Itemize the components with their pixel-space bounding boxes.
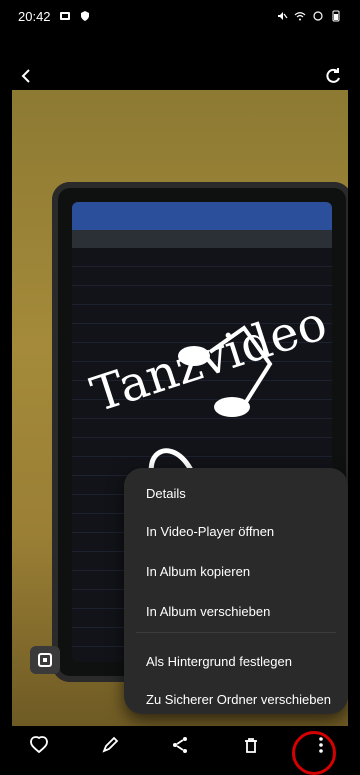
note-head	[178, 346, 210, 366]
battery-icon	[330, 10, 342, 22]
delete-button[interactable]	[236, 730, 266, 760]
trash-icon	[244, 737, 257, 753]
screenshot-indicator-icon	[59, 10, 71, 22]
heart-icon	[30, 735, 48, 753]
menu-item-move-to-secure-folder[interactable]: Zu Sicherer Ordner verschieben	[146, 692, 331, 707]
status-time: 20:42	[18, 8, 51, 24]
mute-icon	[276, 10, 288, 22]
share-icon	[173, 736, 187, 753]
chevron-left-icon	[21, 69, 30, 83]
menu-item-move-to-album[interactable]: In Album verschieben	[146, 604, 270, 619]
share-button[interactable]	[165, 730, 195, 760]
viewer-topbar	[0, 58, 360, 94]
hotspot-icon	[312, 10, 324, 22]
menu-item-open-in-video-player[interactable]: In Video-Player öffnen	[146, 524, 274, 539]
crop-detect-button[interactable]	[30, 646, 60, 674]
menu-item-copy-to-album[interactable]: In Album kopieren	[146, 564, 250, 579]
wifi-icon	[294, 10, 306, 22]
highlight-ring	[292, 731, 336, 775]
back-button[interactable]	[14, 63, 40, 89]
overflow-menu: Details In Video-Player öffnen In Album …	[124, 468, 348, 714]
edit-button[interactable]	[95, 730, 125, 760]
rotate-button[interactable]	[320, 63, 346, 89]
favorite-button[interactable]	[24, 730, 54, 760]
shield-icon	[79, 10, 91, 22]
scan-icon	[38, 653, 52, 667]
status-bar: 20:42	[0, 0, 360, 32]
rotate-icon	[326, 68, 340, 83]
note-head	[214, 397, 250, 417]
menu-divider	[136, 632, 336, 633]
pencil-icon	[101, 736, 118, 753]
menu-item-set-as-wallpaper[interactable]: Als Hintergrund festlegen	[146, 654, 292, 669]
menu-item-details[interactable]: Details	[146, 486, 186, 501]
